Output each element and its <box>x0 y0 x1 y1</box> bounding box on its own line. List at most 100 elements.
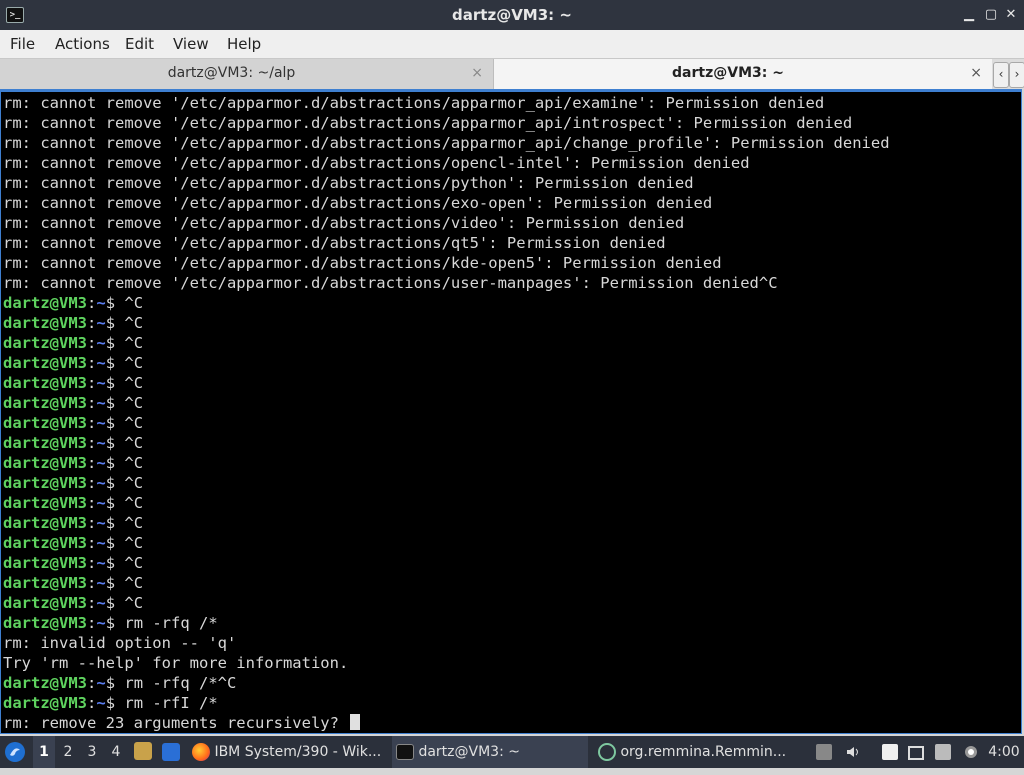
prompt-user: dartz@VM3 <box>3 474 87 492</box>
workspace-1[interactable]: 1 <box>33 736 55 768</box>
terminal-output-line: rm: cannot remove '/etc/apparmor.d/abstr… <box>3 133 890 153</box>
network-icon[interactable] <box>908 746 924 760</box>
prompt-user: dartz@VM3 <box>3 414 87 432</box>
clock[interactable]: 4:00 <box>988 736 1020 768</box>
window-title: dartz@VM3: ~ <box>452 6 572 24</box>
prompt-symbol: $ <box>105 674 125 692</box>
text-cursor <box>350 714 361 730</box>
terminal-output-line: rm: cannot remove '/etc/apparmor.d/abstr… <box>3 253 890 273</box>
prompt-separator: : <box>87 554 97 572</box>
clipboard-tray-icon[interactable] <box>816 744 832 760</box>
command-text: ^C <box>124 294 144 312</box>
prompt-user: dartz@VM3 <box>3 574 87 592</box>
terminal-output-line: rm: cannot remove '/etc/apparmor.d/abstr… <box>3 193 890 213</box>
terminal-output-line: Try 'rm --help' for more information. <box>3 653 890 673</box>
output-text: rm: remove 23 arguments recursively? <box>3 714 349 732</box>
prompt-user: dartz@VM3 <box>3 294 87 312</box>
maximize-icon[interactable]: ▢ <box>982 6 1000 24</box>
menu-view[interactable]: View <box>173 30 209 58</box>
task-terminal[interactable]: dartz@VM3: ~ <box>392 736 588 768</box>
terminal-output-line: rm: cannot remove '/etc/apparmor.d/abstr… <box>3 173 890 193</box>
prompt-user: dartz@VM3 <box>3 514 87 532</box>
command-text: ^C <box>124 334 144 352</box>
close-icon[interactable]: ✕ <box>1002 6 1020 24</box>
show-desktop-launcher[interactable] <box>162 736 184 768</box>
terminal-view[interactable]: rm: cannot remove '/etc/apparmor.d/abstr… <box>0 89 1022 734</box>
tab-home[interactable]: dartz@VM3: ~ × <box>494 59 992 89</box>
prompt-user: dartz@VM3 <box>3 334 87 352</box>
menu-actions[interactable]: Actions <box>55 30 110 58</box>
command-text: rm -rfq /* <box>124 614 218 632</box>
terminal-prompt-line: dartz@VM3:~$ rm -rfI /* <box>3 693 890 713</box>
tab-scroll-right-icon[interactable]: › <box>1009 62 1024 88</box>
terminal-output-line: rm: cannot remove '/etc/apparmor.d/abstr… <box>3 153 890 173</box>
prompt-symbol: $ <box>105 514 125 532</box>
command-text: ^C <box>124 574 144 592</box>
prompt-user: dartz@VM3 <box>3 554 87 572</box>
tab-scroll-left-icon[interactable]: ‹ <box>993 62 1009 88</box>
menu-help[interactable]: Help <box>227 30 261 58</box>
workspace-2[interactable]: 2 <box>57 736 79 768</box>
settings-gear-icon[interactable] <box>963 744 979 760</box>
remmina-icon <box>598 743 616 761</box>
prompt-user: dartz@VM3 <box>3 534 87 552</box>
menu-bar: File Actions Edit View Help <box>0 30 1024 58</box>
workspace-4[interactable]: 4 <box>105 736 127 768</box>
update-notifier-icon[interactable] <box>935 744 951 760</box>
prompt-path: ~ <box>96 394 106 412</box>
prompt-path: ~ <box>96 454 106 472</box>
prompt-symbol: $ <box>105 354 125 372</box>
menu-edit[interactable]: Edit <box>125 30 154 58</box>
prompt-path: ~ <box>96 534 106 552</box>
task-label: dartz@VM3: ~ <box>418 744 520 760</box>
terminal-prompt-line: dartz@VM3:~$ ^C <box>3 513 890 533</box>
prompt-user: dartz@VM3 <box>3 434 87 452</box>
prompt-user: dartz@VM3 <box>3 614 87 632</box>
prompt-user: dartz@VM3 <box>3 694 87 712</box>
folder-icon <box>134 742 152 760</box>
workspace-3[interactable]: 3 <box>81 736 103 768</box>
command-text: ^C <box>124 374 144 392</box>
task-firefox[interactable]: IBM System/390 - Wik... <box>192 736 388 768</box>
terminal-prompt-line: dartz@VM3:~$ ^C <box>3 453 890 473</box>
file-manager-launcher[interactable] <box>134 736 156 768</box>
start-menu-button[interactable] <box>4 736 30 768</box>
tab-close-icon[interactable]: × <box>970 59 982 87</box>
prompt-user: dartz@VM3 <box>3 674 87 692</box>
tab-alp[interactable]: dartz@VM3: ~/alp × <box>0 59 494 89</box>
tab-close-icon[interactable]: × <box>471 59 483 87</box>
terminal-prompt-line: dartz@VM3:~$ ^C <box>3 553 890 573</box>
terminal-prompt-line: dartz@VM3:~$ ^C <box>3 293 890 313</box>
command-text: ^C <box>124 554 144 572</box>
prompt-separator: : <box>87 294 97 312</box>
minimize-icon[interactable]: ▁ <box>960 6 978 24</box>
terminal-prompt-line: dartz@VM3:~$ ^C <box>3 353 890 373</box>
prompt-path: ~ <box>96 554 106 572</box>
command-text: ^C <box>124 314 144 332</box>
prompt-symbol: $ <box>105 474 125 492</box>
prompt-separator: : <box>87 674 97 692</box>
desktop-icon <box>162 743 180 761</box>
prompt-separator: : <box>87 594 97 612</box>
prompt-symbol: $ <box>105 434 125 452</box>
prompt-separator: : <box>87 614 97 632</box>
output-text: rm: cannot remove '/etc/apparmor.d/abstr… <box>3 114 853 132</box>
prompt-symbol: $ <box>105 334 125 352</box>
menu-file[interactable]: File <box>10 30 35 58</box>
prompt-symbol: $ <box>105 494 125 512</box>
lubuntu-logo-icon <box>5 742 25 762</box>
prompt-separator: : <box>87 534 97 552</box>
command-text: ^C <box>124 474 144 492</box>
task-remmina[interactable]: org.remmina.Remmin... <box>594 736 790 768</box>
command-text: ^C <box>124 494 144 512</box>
prompt-user: dartz@VM3 <box>3 494 87 512</box>
terminal-output-line: rm: cannot remove '/etc/apparmor.d/abstr… <box>3 93 890 113</box>
prompt-path: ~ <box>96 694 106 712</box>
volume-icon[interactable] <box>845 744 861 760</box>
prompt-path: ~ <box>96 414 106 432</box>
command-text: ^C <box>124 434 144 452</box>
terminal-prompt-line: dartz@VM3:~$ ^C <box>3 433 890 453</box>
prompt-user: dartz@VM3 <box>3 374 87 392</box>
notes-tray-icon[interactable] <box>882 744 898 760</box>
terminal-prompt-line: dartz@VM3:~$ ^C <box>3 533 890 553</box>
